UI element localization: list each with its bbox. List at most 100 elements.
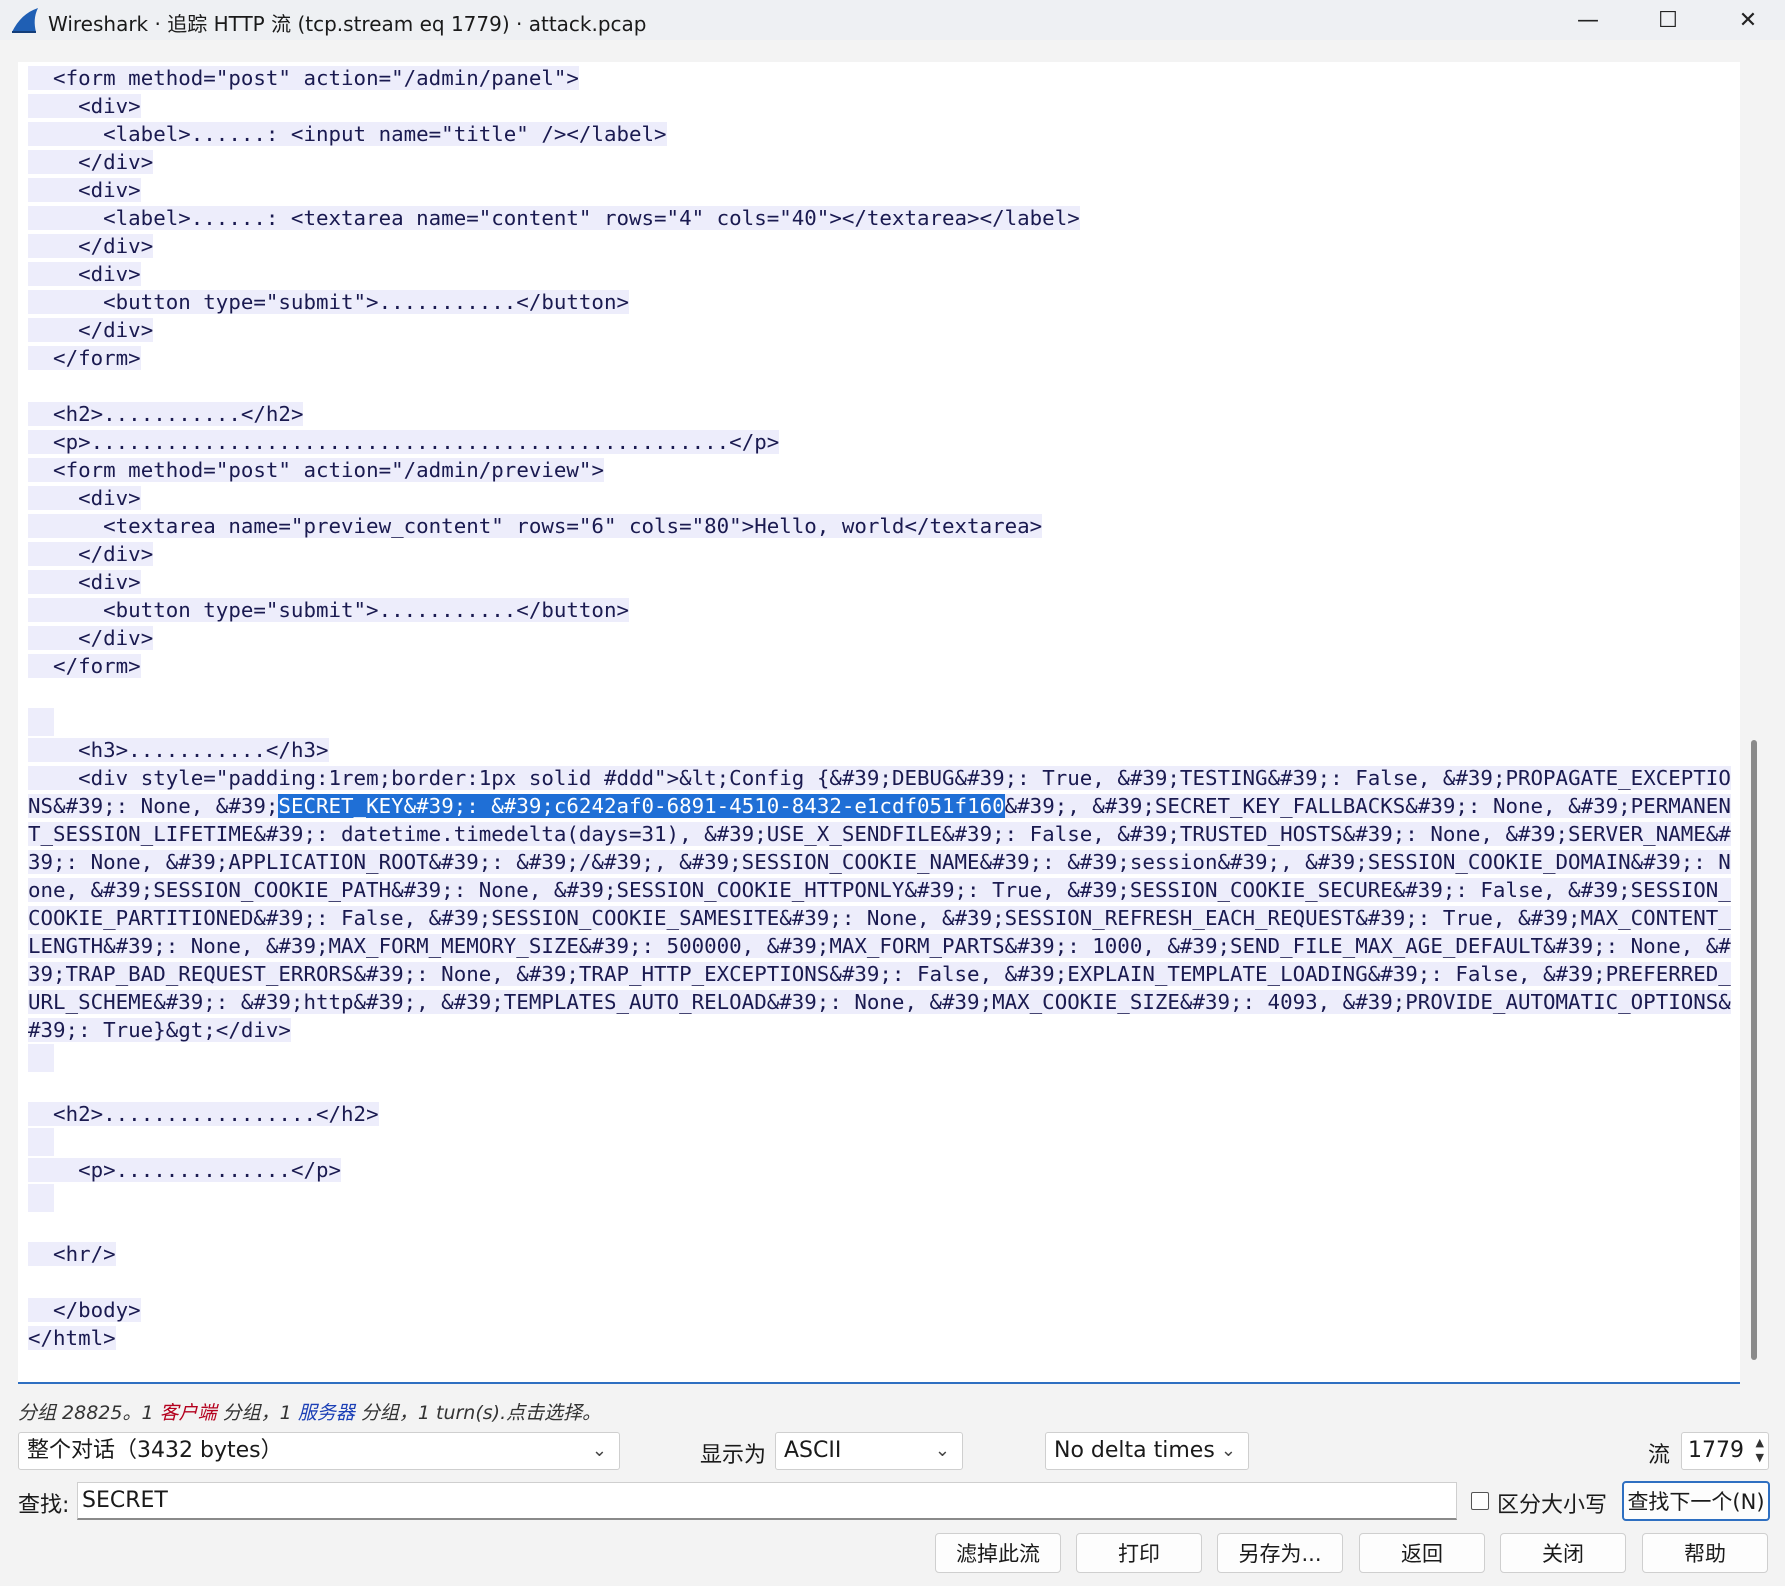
stream-line: 39;: None, &#39;APPLICATION_ROOT&#39;: &… <box>28 848 1733 876</box>
stream-line-text: </body> <box>53 1298 141 1322</box>
stream-line: <label>......: <textarea name="content" … <box>28 204 1733 232</box>
stream-line-indent <box>28 626 78 650</box>
stream-line: </form> <box>28 344 1733 372</box>
stream-line <box>28 1044 1733 1072</box>
stream-line-indent <box>28 122 103 146</box>
stream-line-segment: </div> <box>28 542 154 566</box>
stream-line-segment: </form> <box>28 346 141 370</box>
stream-line-segment: T_SESSION_LIFETIME&#39;: datetime.timede… <box>28 822 1731 846</box>
case-sensitive-label[interactable]: 区分大小写 <box>1497 1487 1607 1519</box>
stream-line-text: </form> <box>53 654 141 678</box>
stream-line: <div> <box>28 92 1733 120</box>
stream-number-spinbox[interactable]: 1779 ▲ ▼ <box>1681 1432 1769 1470</box>
stream-line-text: <button type="submit">...........</butto… <box>103 290 629 314</box>
save-as-button[interactable]: 另存为... <box>1217 1533 1343 1573</box>
stream-line-indent <box>28 1128 54 1156</box>
window-title: Wireshark · 追踪 HTTP 流 (tcp.stream eq 177… <box>48 12 647 36</box>
stream-text-pane[interactable]: <form method="post" action="/admin/panel… <box>18 62 1740 1384</box>
stream-line-indent <box>28 570 78 594</box>
stream-line: <p>..............</p> <box>28 1156 1733 1184</box>
stream-line-text: </div> <box>78 542 154 566</box>
stream-line-text: 39;TRAP_BAD_REQUEST_ERRORS&#39;: None, &… <box>28 962 1731 986</box>
stream-line-segment: <button type="submit">...........</butto… <box>28 290 629 314</box>
stream-number-value: 1779 <box>1688 1438 1744 1463</box>
stream-line-segment: <div> <box>28 178 141 202</box>
back-button[interactable]: 返回 <box>1359 1533 1485 1573</box>
help-button[interactable]: 帮助 <box>1642 1533 1768 1573</box>
title-bar: Wireshark · 追踪 HTTP 流 (tcp.stream eq 177… <box>0 0 1785 40</box>
stream-line-segment: <div style="padding:1rem;border:1px soli… <box>28 766 1731 790</box>
show-as-select-value: ASCII <box>784 1438 842 1463</box>
close-window-button[interactable]: ✕ <box>1708 0 1785 40</box>
case-sensitive-checkbox[interactable] <box>1471 1492 1489 1510</box>
stream-line: <button type="submit">...........</butto… <box>28 288 1733 316</box>
stream-line: </div> <box>28 148 1733 176</box>
conversation-select[interactable]: 整个对话（3432 bytes） ⌄ <box>18 1432 620 1470</box>
vertical-scrollbar[interactable] <box>1746 62 1760 1384</box>
stream-line-text: <hr/> <box>53 1242 116 1266</box>
stream-line-indent <box>28 1184 54 1212</box>
stream-line-indent <box>28 486 78 510</box>
stream-line-text: <p>..............</p> <box>78 1158 342 1182</box>
stream-line-indent <box>28 1102 53 1126</box>
status-suffix: 分组，1 turn(s).点击选择。 <box>354 1402 602 1424</box>
stream-line-segment: LENGTH&#39;: None, &#39;MAX_FORM_MEMORY_… <box>28 934 1731 958</box>
stream-line-indent <box>28 290 103 314</box>
stream-content[interactable]: <form method="post" action="/admin/panel… <box>28 64 1733 1352</box>
status-client-label: 客户端 <box>159 1402 217 1424</box>
stream-line: </body> <box>28 1296 1733 1324</box>
stream-line: <label>......: <input name="title" /></l… <box>28 120 1733 148</box>
scrollbar-thumb[interactable] <box>1751 740 1757 1360</box>
packet-status-line[interactable]: 分组 28825。1 客户端 分组，1 服务器 分组，1 turn(s).点击选… <box>18 1398 601 1425</box>
stream-line: COOKIE_PARTITIONED&#39;: False, &#39;SES… <box>28 904 1733 932</box>
stream-line-text: LENGTH&#39;: None, &#39;MAX_FORM_MEMORY_… <box>28 934 1731 958</box>
stream-line-segment: #39;: True}&gt;</div> <box>28 1018 291 1042</box>
stream-line-text: T_SESSION_LIFETIME&#39;: datetime.timede… <box>28 822 1731 846</box>
stream-line-text: </div> <box>78 318 154 342</box>
stream-line-segment: </div> <box>28 626 154 650</box>
stream-line: LENGTH&#39;: None, &#39;MAX_FORM_MEMORY_… <box>28 932 1733 960</box>
status-prefix: 分组 28825。1 <box>18 1402 160 1424</box>
find-input[interactable]: SECRET <box>77 1482 1457 1520</box>
stream-line-text: COOKIE_PARTITIONED&#39;: False, &#39;SES… <box>28 906 1731 930</box>
minimize-button[interactable]: — <box>1548 0 1628 40</box>
conversation-select-value: 整个对话（3432 bytes） <box>27 1438 283 1463</box>
print-button[interactable]: 打印 <box>1076 1533 1202 1573</box>
stream-line-indent <box>28 542 78 566</box>
stream-line-segment: </form> <box>28 654 141 678</box>
stream-line-text: <form method="post" action="/admin/panel… <box>53 66 579 90</box>
stream-line-indent <box>28 262 78 286</box>
stream-label: 流 <box>1648 1443 1671 1468</box>
stream-line-text: <h2>...........</h2> <box>53 402 304 426</box>
stream-line-text: </html> <box>28 1326 116 1350</box>
spin-arrows-icon[interactable]: ▲ ▼ <box>1756 1435 1764 1465</box>
maximize-button[interactable]: ☐ <box>1628 0 1708 40</box>
stream-line-text: <label>......: <textarea name="content" … <box>103 206 1080 230</box>
stream-line: </form> <box>28 652 1733 680</box>
stream-line: T_SESSION_LIFETIME&#39;: datetime.timede… <box>28 820 1733 848</box>
stream-line-text-after: &#39;, &#39;SECRET_KEY_FALLBACKS&#39;: N… <box>1004 794 1731 818</box>
stream-line-indent <box>28 234 78 258</box>
stream-line: </html> <box>28 1324 1733 1352</box>
stream-line: <div> <box>28 568 1733 596</box>
delta-times-select[interactable]: No delta times ⌄ <box>1045 1432 1249 1470</box>
stream-line-text: one, &#39;SESSION_COOKIE_PATH&#39;: None… <box>28 878 1731 902</box>
stream-line-segment: <div> <box>28 486 141 510</box>
find-next-button[interactable]: 查找下一个(N) <box>1622 1481 1770 1521</box>
stream-line-segment: </body> <box>28 1298 141 1322</box>
filter-out-stream-button[interactable]: 滤掉此流 <box>935 1533 1061 1573</box>
stream-line: #39;: True}&gt;</div> <box>28 1016 1733 1044</box>
show-as-select[interactable]: ASCII ⌄ <box>775 1432 963 1470</box>
stream-line: <div style="padding:1rem;border:1px soli… <box>28 764 1733 792</box>
stream-line-text: NS&#39;: None, &#39; <box>28 794 279 818</box>
close-button[interactable]: 关闭 <box>1500 1533 1626 1573</box>
stream-line-text: <div> <box>78 178 141 202</box>
chevron-down-icon: ⌄ <box>591 1440 607 1461</box>
stream-line-text: </div> <box>78 626 154 650</box>
stream-line-text: <form method="post" action="/admin/previ… <box>53 458 604 482</box>
stream-line-text: <label>......: <input name="title" /></l… <box>103 122 667 146</box>
stream-line-indent <box>28 514 103 538</box>
stream-line-segment: </html> <box>28 1326 116 1350</box>
stream-line-text: <h2>.................</h2> <box>53 1102 379 1126</box>
stream-line <box>28 1212 1733 1240</box>
